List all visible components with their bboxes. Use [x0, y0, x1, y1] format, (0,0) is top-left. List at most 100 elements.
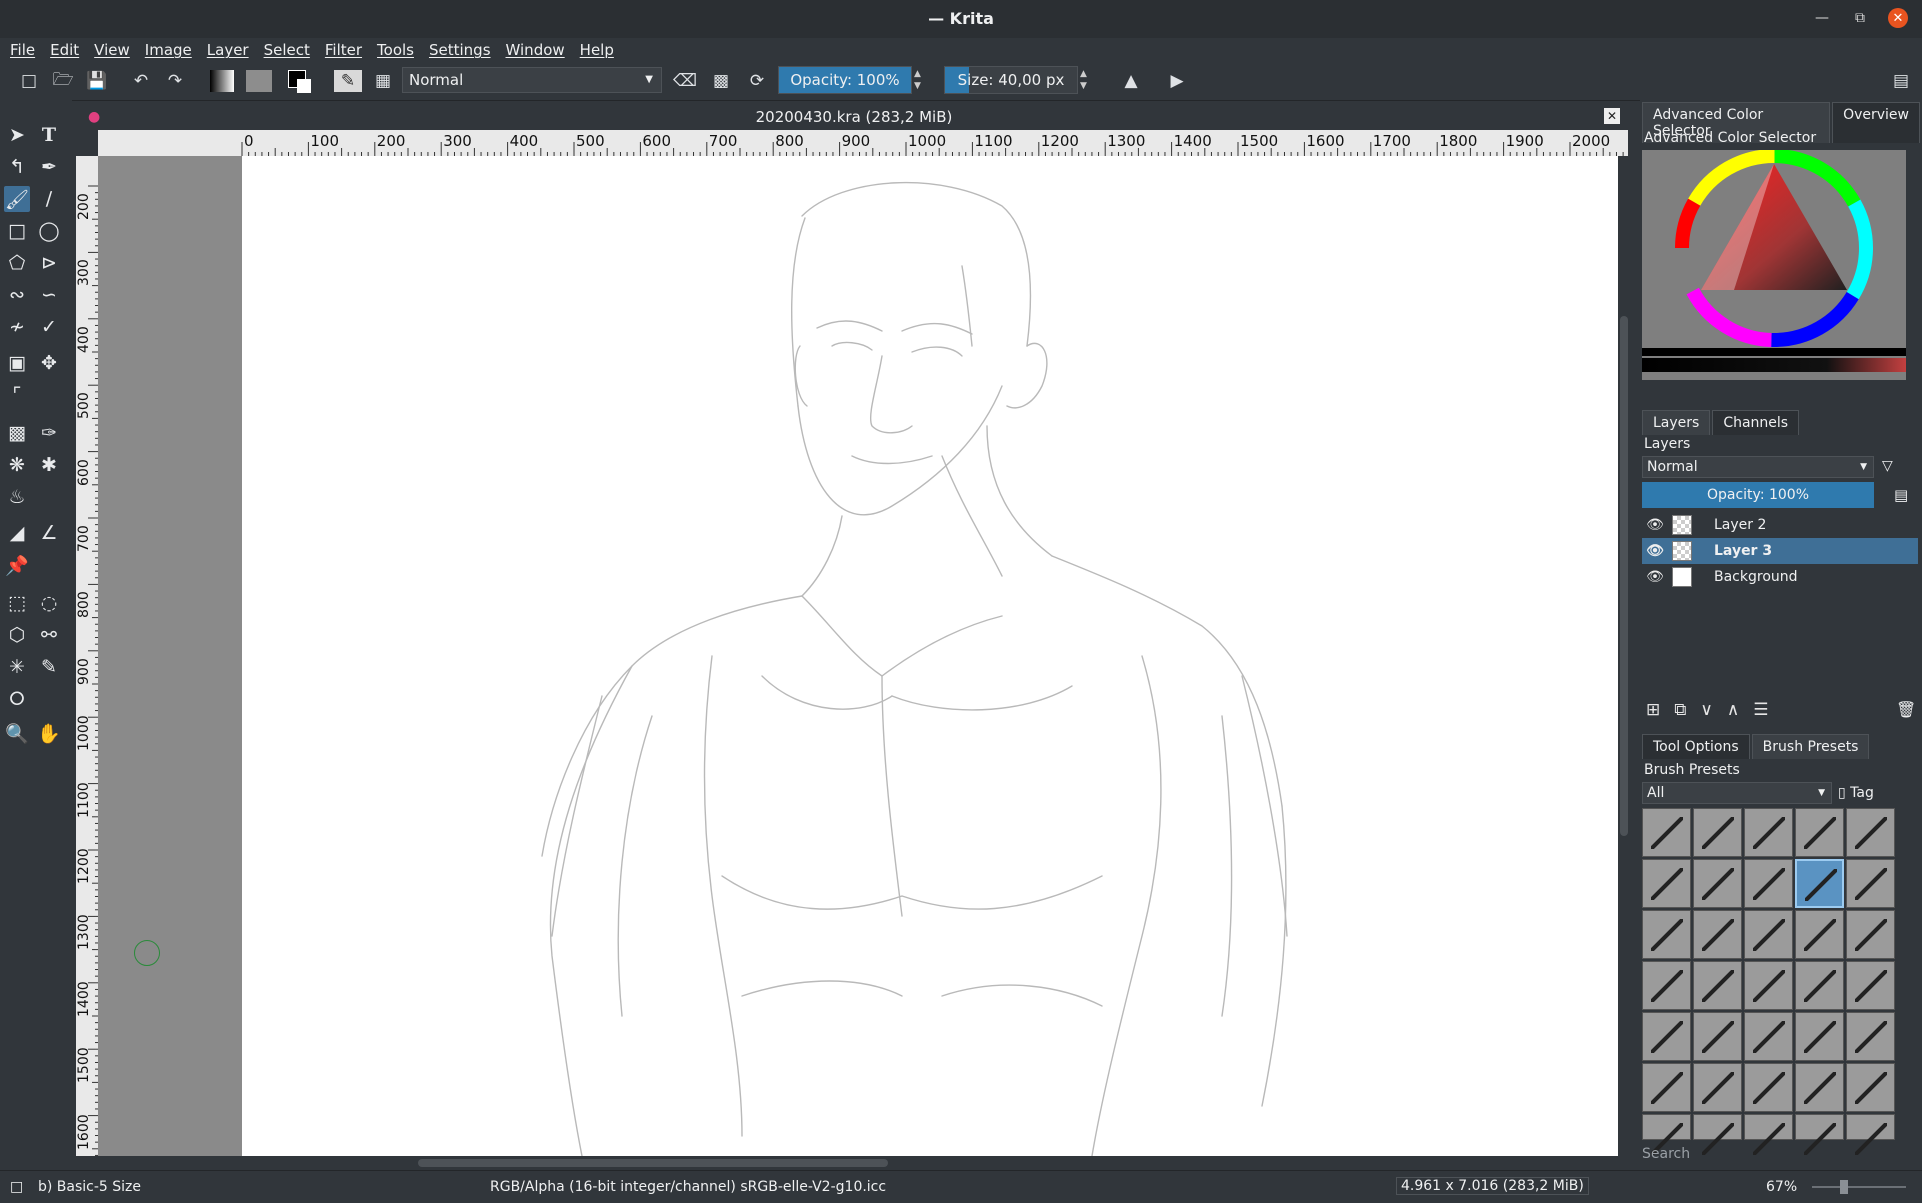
move-layer-up-icon[interactable]: ∧ — [1727, 700, 1739, 720]
canvas-paper[interactable] — [242, 156, 1618, 1156]
brush-preset-item[interactable] — [1846, 808, 1895, 857]
fill-tool-icon[interactable]: ♨ — [4, 484, 30, 510]
brush-preset-item[interactable] — [1693, 1114, 1742, 1155]
brush-preset-item[interactable] — [1642, 859, 1691, 908]
brush-preset-item[interactable] — [1693, 1012, 1742, 1061]
smart-patch-icon[interactable]: ❋ — [4, 452, 30, 478]
gradient-tool-icon[interactable]: ▩ — [4, 420, 30, 446]
workspace-grid-icon[interactable]: ▦ — [372, 70, 394, 92]
brush-preset-item[interactable] — [1846, 1114, 1895, 1155]
brush-preset-item[interactable] — [1642, 1063, 1691, 1112]
new-document-icon[interactable]: □ — [18, 70, 40, 92]
transform-tool-icon[interactable]: ▣ — [4, 350, 30, 376]
edit-shapes-icon[interactable]: ↰ — [4, 154, 30, 180]
reference-tool-icon[interactable]: 📌 — [4, 552, 30, 578]
brush-preset-item[interactable] — [1795, 910, 1844, 959]
contiguous-select-icon[interactable]: ✳ — [4, 654, 30, 680]
close-window-icon[interactable]: ✕ — [1888, 8, 1908, 28]
fg-bg-color-icon[interactable] — [288, 70, 311, 93]
line-tool-icon[interactable]: ∕ — [36, 186, 62, 212]
menu-tools[interactable]: Tools — [377, 41, 414, 59]
brush-preset-item[interactable] — [1744, 1114, 1793, 1155]
gradient-icon[interactable] — [210, 70, 234, 92]
freehand-path-icon[interactable]: ∽ — [36, 282, 62, 308]
delete-layer-icon[interactable]: 🗑 — [1896, 700, 1916, 719]
color-picker-icon[interactable]: ✑ — [36, 420, 62, 446]
colorize-mask-icon[interactable]: ✱ — [36, 452, 62, 478]
layer-blend-select[interactable]: Normal ▼ — [1642, 456, 1874, 478]
rectangle-tool-icon[interactable]: □ — [4, 218, 30, 244]
minimize-icon[interactable]: — — [1812, 8, 1832, 28]
assistant-tool-icon[interactable]: ◢ — [4, 520, 30, 546]
menu-select[interactable]: Select — [264, 41, 310, 59]
bezier-select-icon[interactable]: ⭘ — [4, 686, 30, 712]
restore-icon[interactable]: ⧉ — [1850, 8, 1870, 28]
brush-preset-item[interactable] — [1744, 1012, 1793, 1061]
brush-preset-item[interactable] — [1795, 1063, 1844, 1112]
multibrush-icon[interactable]: ✓ — [36, 314, 62, 340]
visibility-eye-icon[interactable]: 👁 — [1646, 543, 1664, 559]
brush-preset-item[interactable] — [1642, 1114, 1691, 1155]
menu-edit[interactable]: Edit — [50, 41, 79, 59]
layer-row[interactable]: 👁 Layer 3 — [1642, 538, 1918, 564]
eraser-mode-icon[interactable]: ⌫ — [673, 70, 697, 92]
move-layer-down-icon[interactable]: ∨ — [1700, 700, 1712, 720]
mirror-vertical-icon[interactable]: ▶ — [1166, 70, 1188, 92]
brush-preset-item[interactable] — [1795, 859, 1844, 908]
menu-settings[interactable]: Settings — [429, 41, 491, 59]
pattern-icon[interactable] — [246, 70, 272, 92]
freehand-select-icon[interactable]: ⚯ — [36, 622, 62, 648]
layer-row[interactable]: 👁 Layer 2 — [1642, 512, 1918, 538]
bezier-tool-icon[interactable]: ∾ — [4, 282, 30, 308]
opacity-spin-icon[interactable]: ▲ ▼ — [914, 68, 921, 92]
brush-preset-item[interactable] — [1846, 961, 1895, 1010]
layer-settings-icon[interactable]: ☰ — [1753, 700, 1768, 720]
text-tool-icon[interactable]: T — [36, 122, 62, 148]
brush-search-input[interactable]: Search — [1642, 1142, 1906, 1166]
brush-preset-item[interactable] — [1846, 910, 1895, 959]
ellipse-select-icon[interactable]: ◌ — [36, 590, 62, 616]
layer-row[interactable]: 👁 Background — [1642, 564, 1918, 590]
brush-preset-item[interactable] — [1642, 961, 1691, 1010]
status-zoom[interactable]: 67% — [1766, 1179, 1797, 1195]
brush-preset-item[interactable] — [1642, 808, 1691, 857]
save-icon[interactable]: 💾 — [86, 70, 108, 92]
similar-select-icon[interactable]: ✎ — [36, 654, 62, 680]
tab-brush-presets[interactable]: Brush Presets — [1751, 734, 1870, 759]
menu-window[interactable]: Window — [506, 41, 565, 59]
brush-preset-item[interactable] — [1795, 808, 1844, 857]
visibility-eye-icon[interactable]: 👁 — [1646, 517, 1664, 533]
open-document-icon[interactable]: 🗁 — [52, 70, 74, 92]
opacity-slider[interactable]: Opacity: 100% — [778, 66, 912, 94]
size-spin-icon[interactable]: ▲ ▼ — [1080, 68, 1087, 92]
tab-channels[interactable]: Channels — [1712, 410, 1800, 435]
close-document-icon[interactable]: ✕ — [1604, 108, 1620, 124]
brush-preset-item[interactable] — [1744, 1063, 1793, 1112]
layer-properties-icon[interactable]: ▤ — [1894, 486, 1908, 504]
tab-overview[interactable]: Overview — [1832, 102, 1920, 143]
preserve-alpha-icon[interactable]: ▩ — [710, 70, 732, 92]
blend-mode-select[interactable]: Normal ▼ — [402, 67, 662, 93]
size-slider[interactable]: Size: 40,00 px — [944, 66, 1078, 94]
brush-preset-icon[interactable]: ✎ — [334, 70, 362, 92]
brush-preset-item[interactable] — [1693, 859, 1742, 908]
polyline-tool-icon[interactable]: ⊳ — [36, 250, 62, 276]
menu-layer[interactable]: Layer — [207, 41, 249, 59]
pan-tool-icon[interactable]: ✋ — [36, 720, 62, 746]
brush-preset-item[interactable] — [1795, 1012, 1844, 1061]
brush-preset-item[interactable] — [1693, 961, 1742, 1010]
dynamic-brush-icon[interactable]: ≁ — [4, 314, 30, 340]
brush-preset-item[interactable] — [1642, 1012, 1691, 1061]
tab-layers[interactable]: Layers — [1642, 410, 1711, 435]
select-shapes-icon[interactable]: ➤ — [4, 122, 30, 148]
layer-filter-icon[interactable]: ▽ — [1882, 458, 1893, 474]
zoom-tool-icon[interactable]: 🔍 — [4, 720, 30, 746]
brush-preset-item[interactable] — [1846, 1012, 1895, 1061]
docker-menu-icon[interactable]: ▤ — [1890, 70, 1912, 92]
horizontal-scrollbar[interactable] — [98, 1156, 1618, 1170]
zoom-slider-handle[interactable] — [1840, 1180, 1848, 1194]
crop-tool-icon[interactable]: ⌜ — [4, 382, 30, 408]
calligraphy-icon[interactable]: ✒ — [36, 154, 62, 180]
polygon-select-icon[interactable]: ⬡ — [4, 622, 30, 648]
polygon-tool-icon[interactable]: ⬠ — [4, 250, 30, 276]
